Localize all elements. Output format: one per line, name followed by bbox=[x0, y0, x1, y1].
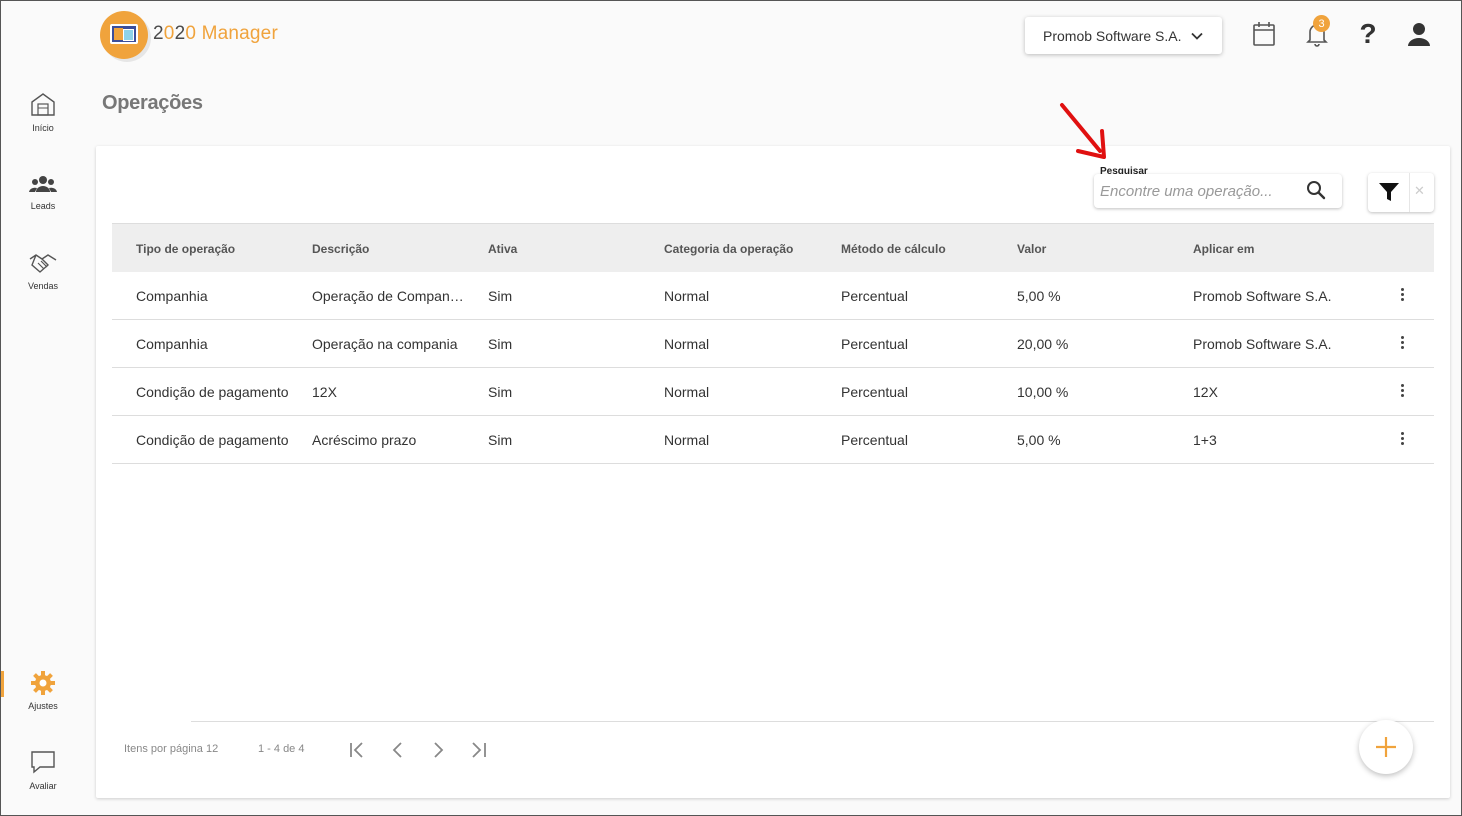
logo-icon[interactable] bbox=[100, 11, 148, 59]
add-operation-button[interactable] bbox=[1359, 720, 1413, 774]
cell-categoria: Normal bbox=[664, 384, 710, 400]
column-header[interactable]: Ativa bbox=[488, 242, 648, 256]
sidebar-item-label: Ajustes bbox=[28, 701, 58, 711]
column-header[interactable]: Tipo de operação bbox=[136, 242, 306, 256]
user-icon[interactable] bbox=[1405, 19, 1433, 49]
sidebar-item-label: Vendas bbox=[27, 281, 59, 291]
cell-tipo: Condição de pagamento bbox=[136, 384, 289, 400]
sidebar-item-label: Leads bbox=[30, 201, 56, 211]
handshake-icon bbox=[29, 254, 57, 273]
cell-categoria: Normal bbox=[664, 432, 710, 448]
table-row[interactable]: Companhia Operação na compania Sim Norma… bbox=[112, 320, 1434, 368]
sidebar: Início Leads Vendas Ajustes Avaliar bbox=[1, 71, 87, 815]
cell-ativa: Sim bbox=[488, 336, 513, 352]
row-menu-icon[interactable] bbox=[1397, 382, 1407, 402]
cell-ativa: Sim bbox=[488, 384, 513, 400]
chat-icon bbox=[31, 751, 55, 774]
row-menu-icon[interactable] bbox=[1397, 430, 1407, 450]
cell-valor: 5,00 % bbox=[1017, 432, 1061, 448]
items-per-page[interactable]: Itens por página 12 bbox=[124, 743, 218, 755]
sidebar-item-label: Início bbox=[32, 123, 54, 133]
filter-divider bbox=[1409, 173, 1410, 212]
cell-valor: 10,00 % bbox=[1017, 384, 1069, 400]
filter-control: ✕ bbox=[1368, 173, 1434, 212]
cell-metodo: Percentual bbox=[841, 432, 908, 448]
sidebar-item-vendas[interactable]: Vendas bbox=[1, 251, 85, 311]
first-page-icon[interactable] bbox=[347, 739, 369, 761]
sidebar-item-leads[interactable]: Leads bbox=[1, 173, 85, 233]
cell-aplicar-em: Promob Software S.A. bbox=[1193, 288, 1332, 304]
cell-descricao: Operação na compania bbox=[312, 336, 458, 352]
company-select-value: Promob Software S.A. bbox=[1043, 27, 1182, 44]
calendar-icon[interactable] bbox=[1250, 19, 1278, 49]
notification-badge: 3 bbox=[1313, 15, 1330, 32]
sidebar-item-ajustes[interactable]: Ajustes bbox=[1, 671, 85, 731]
sidebar-item-avaliar[interactable]: Avaliar bbox=[1, 749, 85, 809]
previous-page-icon[interactable] bbox=[387, 739, 409, 761]
cell-aplicar-em: 12X bbox=[1193, 384, 1218, 400]
app-logo-text[interactable]: 2020 Manager bbox=[153, 23, 278, 45]
search-icon[interactable] bbox=[1306, 180, 1326, 200]
next-page-icon[interactable] bbox=[427, 739, 449, 761]
help-icon[interactable]: ? bbox=[1354, 18, 1382, 49]
company-select[interactable]: Promob Software S.A. bbox=[1025, 17, 1222, 54]
last-page-icon[interactable] bbox=[467, 739, 489, 761]
footer-divider bbox=[191, 721, 1434, 722]
cell-metodo: Percentual bbox=[841, 384, 908, 400]
cell-metodo: Percentual bbox=[841, 288, 908, 304]
people-icon bbox=[29, 176, 57, 192]
cell-valor: 20,00 % bbox=[1017, 336, 1069, 352]
cell-ativa: Sim bbox=[488, 432, 513, 448]
column-header[interactable]: Categoria da operação bbox=[664, 242, 834, 256]
operations-table: Tipo de operação Descrição Ativa Categor… bbox=[112, 223, 1434, 464]
sidebar-item-label: Avaliar bbox=[29, 781, 57, 791]
search-box bbox=[1094, 174, 1342, 208]
annotation-arrow-icon bbox=[1060, 103, 1106, 159]
cell-descricao: Operação de Companh... bbox=[312, 288, 468, 304]
page-title: Operações bbox=[102, 92, 203, 114]
cell-tipo: Companhia bbox=[136, 336, 208, 352]
page-range: 1 - 4 de 4 bbox=[258, 743, 305, 755]
chevron-down-icon bbox=[1190, 32, 1203, 40]
table-row[interactable]: Companhia Operação de Companh... Sim Nor… bbox=[112, 272, 1434, 320]
cell-tipo: Condição de pagamento bbox=[136, 432, 289, 448]
cell-metodo: Percentual bbox=[841, 336, 908, 352]
plus-icon bbox=[1376, 737, 1396, 757]
column-header[interactable]: Aplicar em bbox=[1193, 242, 1373, 256]
sidebar-item-inicio[interactable]: Início bbox=[1, 91, 85, 151]
cell-aplicar-em: 1+3 bbox=[1193, 432, 1217, 448]
search-input[interactable] bbox=[1100, 180, 1300, 202]
table-header: Tipo de operação Descrição Ativa Categor… bbox=[112, 223, 1434, 272]
column-header[interactable]: Método de cálculo bbox=[841, 242, 1011, 256]
column-header[interactable]: Valor bbox=[1017, 242, 1187, 256]
filter-icon[interactable] bbox=[1378, 181, 1400, 203]
column-header[interactable]: Descrição bbox=[312, 242, 468, 256]
clear-filter-icon[interactable]: ✕ bbox=[1414, 183, 1425, 199]
table-row[interactable]: Condição de pagamento Acréscimo prazo Si… bbox=[112, 416, 1434, 464]
gear-icon bbox=[31, 671, 55, 695]
cell-tipo: Companhia bbox=[136, 288, 208, 304]
table-row[interactable]: Condição de pagamento 12X Sim Normal Per… bbox=[112, 368, 1434, 416]
cell-descricao: Acréscimo prazo bbox=[312, 432, 417, 448]
row-menu-icon[interactable] bbox=[1397, 286, 1407, 306]
cell-aplicar-em: Promob Software S.A. bbox=[1193, 336, 1332, 352]
cell-valor: 5,00 % bbox=[1017, 288, 1061, 304]
row-menu-icon[interactable] bbox=[1397, 334, 1407, 354]
cell-categoria: Normal bbox=[664, 336, 710, 352]
home-icon bbox=[31, 93, 55, 116]
cell-ativa: Sim bbox=[488, 288, 513, 304]
cell-categoria: Normal bbox=[664, 288, 710, 304]
top-bar: 2020 Manager Promob Software S.A. 3 ? bbox=[1, 1, 1461, 71]
cell-descricao: 12X bbox=[312, 384, 337, 400]
